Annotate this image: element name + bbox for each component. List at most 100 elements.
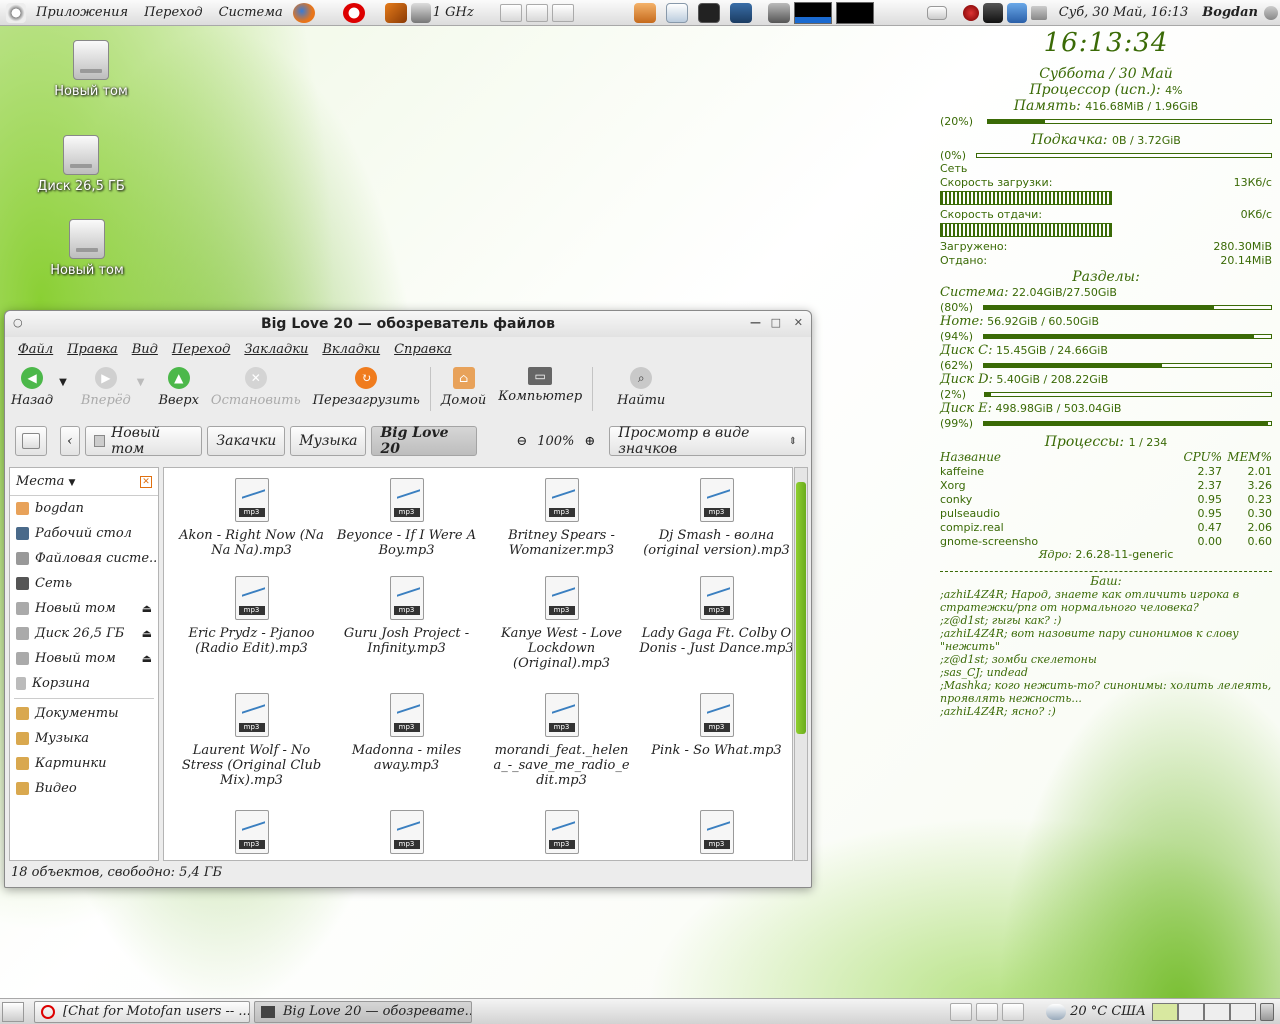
- search-button[interactable]: ⌕ Найти: [611, 367, 671, 415]
- view-mode-select[interactable]: Просмотр в виде значков ⇕: [609, 425, 806, 457]
- window-menu-icon[interactable]: ○: [13, 316, 23, 329]
- system-monitor-icon[interactable]: [729, 2, 752, 23]
- workspace-3[interactable]: [1002, 1002, 1025, 1021]
- file-item[interactable]: mp3 Akon - Right Now (Na Na Na).mp3: [174, 474, 329, 572]
- forward-dropdown-icon[interactable]: ▼: [137, 377, 145, 388]
- maximize-icon[interactable]: □: [771, 316, 781, 329]
- screen-icon[interactable]: [1006, 2, 1027, 23]
- sidebar-item-trash[interactable]: Корзина: [10, 671, 158, 696]
- file-item[interactable]: mp3 Eric Prydz - Pjanoo (Radio Edit).mp3: [174, 572, 329, 689]
- gnome-foot-icon[interactable]: [6, 2, 26, 23]
- power-icon[interactable]: [1264, 5, 1278, 20]
- menu-go[interactable]: Переход: [172, 342, 230, 357]
- mail-icon[interactable]: [926, 5, 947, 20]
- sidebar-item-disk[interactable]: Диск 26,5 ГБ ⏏: [10, 621, 158, 646]
- file-icon-view[interactable]: mp3 Akon - Right Now (Na Na Na).mp3 mp3 Be…: [163, 467, 793, 861]
- file-item[interactable]: mp3 Beyonce - If I Were A Boy.mp3: [329, 474, 484, 572]
- home-button[interactable]: ⌂ Домой: [435, 367, 492, 415]
- file-item[interactable]: mp3 Pink - So What.mp3: [639, 689, 792, 806]
- user-name[interactable]: Bogdan: [1202, 5, 1258, 20]
- eject-icon[interactable]: ⏏: [142, 602, 152, 615]
- file-item[interactable]: mp3 Dj Smash - волна (original version).m…: [639, 474, 792, 572]
- vertical-scrollbar[interactable]: [794, 467, 808, 861]
- notification-icon[interactable]: [962, 4, 979, 21]
- eject-icon[interactable]: ⏏: [142, 652, 152, 665]
- desktop-icon-disk[interactable]: Диск 26,5 ГБ: [26, 135, 136, 194]
- terminal-icon[interactable]: [697, 2, 720, 23]
- volume-icon[interactable]: [1030, 5, 1047, 20]
- media-player-icon[interactable]: [384, 2, 407, 23]
- weather-text[interactable]: 20 °C США: [1070, 1004, 1146, 1019]
- workspace-switcher-4[interactable]: [1230, 1002, 1256, 1021]
- trash-icon[interactable]: [1260, 1002, 1274, 1021]
- file-item[interactable]: mp3 Lady Gaga Ft. Colby O Donis - Just Da…: [639, 572, 792, 689]
- up-button[interactable]: ▲ Вверх: [152, 367, 204, 415]
- stop-button[interactable]: ✕ Остановить: [205, 367, 307, 415]
- menu-applications[interactable]: Приложения: [28, 5, 136, 20]
- file-item[interactable]: mp3: [329, 806, 484, 860]
- sidebar-item-home[interactable]: bogdan: [10, 496, 158, 521]
- show-desktop-icon[interactable]: [2, 1001, 24, 1022]
- file-item[interactable]: mp3 Britney Spears - Womanizer.mp3: [484, 474, 639, 572]
- zoom-level[interactable]: 100%: [537, 434, 574, 449]
- file-item[interactable]: mp3: [639, 806, 792, 860]
- clock[interactable]: Суб, 30 Май, 16:13: [1059, 5, 1189, 20]
- sidebar-item-videos[interactable]: Видео: [10, 776, 158, 801]
- zoom-in-icon[interactable]: ⊕: [584, 434, 595, 449]
- sidebar-item-filesystem[interactable]: Файловая систе...: [10, 546, 158, 571]
- task-file-manager[interactable]: Big Love 20 — обозревате...: [254, 1000, 472, 1023]
- firefox-icon[interactable]: [292, 2, 315, 23]
- sidebar-item-desktop[interactable]: Рабочий стол: [10, 521, 158, 546]
- workspace-3[interactable]: [551, 3, 574, 22]
- path-segment-music[interactable]: Музыка: [290, 426, 367, 456]
- file-item[interactable]: mp3 Laurent Wolf - No Stress (Original Cl…: [174, 689, 329, 806]
- sidebar-item-volume-1[interactable]: Новый том ⏏: [10, 596, 158, 621]
- path-segment-volume[interactable]: Новый том: [84, 425, 203, 457]
- path-segment-downloads[interactable]: Закачки: [207, 426, 286, 456]
- menu-tabs[interactable]: Вкладки: [322, 342, 380, 357]
- reload-button[interactable]: ↻ Перезагрузить: [307, 367, 426, 415]
- close-icon[interactable]: ✕: [794, 316, 803, 329]
- sidebar-item-music[interactable]: Музыка: [10, 726, 158, 751]
- toggle-location-button[interactable]: [15, 426, 47, 456]
- workspace-1[interactable]: [499, 3, 522, 22]
- minimize-icon[interactable]: —: [750, 316, 761, 329]
- text-editor-icon[interactable]: [665, 2, 688, 23]
- path-back-button[interactable]: ‹: [60, 426, 80, 456]
- workspace-switcher-3[interactable]: [1204, 1002, 1230, 1021]
- menu-places[interactable]: Переход: [136, 5, 210, 20]
- menu-help[interactable]: Справка: [394, 342, 451, 357]
- desktop-icon-volume-1[interactable]: Новый том: [36, 40, 146, 99]
- file-item[interactable]: mp3 Madonna - miles away.mp3: [329, 689, 484, 806]
- scrollbar-thumb[interactable]: [796, 482, 806, 734]
- sidebar-type-select[interactable]: Места ▼: [16, 474, 75, 489]
- path-segment-current[interactable]: Big Love 20: [371, 425, 478, 457]
- close-sidebar-icon[interactable]: ✕: [140, 475, 152, 488]
- workspace-2[interactable]: [976, 1002, 999, 1021]
- file-item[interactable]: mp3 Guru Josh Project - Infinity.mp3: [329, 572, 484, 689]
- zoom-out-icon[interactable]: ⊖: [516, 434, 527, 449]
- camera-icon[interactable]: [767, 2, 790, 23]
- computer-button[interactable]: ▭ Компьютер: [492, 367, 588, 415]
- sidebar-item-documents[interactable]: Документы: [10, 701, 158, 726]
- workspace-2[interactable]: [525, 3, 548, 22]
- workspace-switcher-1[interactable]: [1152, 1002, 1178, 1021]
- back-button[interactable]: ◀ Назад: [5, 367, 59, 415]
- sidebar-item-pictures[interactable]: Картинки: [10, 751, 158, 776]
- file-item[interactable]: mp3: [174, 806, 329, 860]
- file-item[interactable]: mp3: [484, 806, 639, 860]
- desktop-icon-volume-2[interactable]: Новый том: [32, 219, 142, 278]
- home-folder-icon[interactable]: [633, 2, 656, 23]
- menu-view[interactable]: Вид: [132, 342, 158, 357]
- menu-file[interactable]: Файл: [18, 342, 53, 357]
- back-dropdown-icon[interactable]: ▼: [59, 377, 67, 388]
- network-icon[interactable]: [982, 2, 1003, 23]
- file-item[interactable]: mp3 morandi_feat._helena_-_save_me_radio_…: [484, 689, 639, 806]
- window-titlebar[interactable]: ○ Big Love 20 — обозреватель файлов — □ …: [5, 311, 811, 337]
- sidebar-item-volume-2[interactable]: Новый том ⏏: [10, 646, 158, 671]
- menu-system[interactable]: Система: [211, 5, 291, 20]
- opera-icon[interactable]: [342, 2, 365, 23]
- eject-icon[interactable]: ⏏: [142, 627, 152, 640]
- task-chat-window[interactable]: [Chat for Motofan users -- ...: [34, 1000, 250, 1023]
- workspace-switcher-2[interactable]: [1178, 1002, 1204, 1021]
